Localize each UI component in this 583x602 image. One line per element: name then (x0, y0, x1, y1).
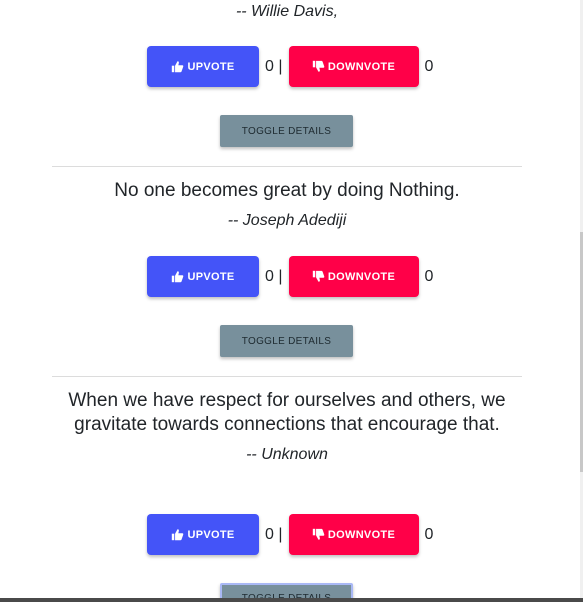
quote-text: No one becomes great by doing Nothing. (114, 180, 460, 201)
thumbs-down-icon (312, 60, 325, 72)
bottom-edge-bar (0, 598, 583, 602)
quote-card-2: No one becomes great by doing Nothing. -… (52, 179, 522, 232)
downvote-button[interactable]: DOWNVOTE (288, 514, 419, 555)
divider (52, 166, 522, 167)
page: -- Willie Davis, UPVOTE 0 | DOWNVOTE 0 T… (0, 0, 583, 602)
quote-author: -- Willie Davis, (235, 3, 339, 20)
quote-card-3: When we have respect for ourselves and o… (52, 389, 522, 466)
quote-text: When we have respect for ourselves and o… (68, 390, 506, 435)
upvote-count: 0 | (265, 525, 283, 543)
upvote-label: UPVOTE (187, 528, 235, 541)
upvote-count: 0 | (265, 57, 283, 75)
downvote-count: 0 (424, 57, 434, 75)
upvote-count: 0 | (265, 267, 283, 285)
downvote-count: 0 (424, 525, 434, 543)
vote-row: UPVOTE 0 | DOWNVOTE 0 (147, 256, 433, 297)
downvote-button[interactable]: DOWNVOTE (288, 256, 419, 297)
upvote-label: UPVOTE (187, 270, 235, 283)
thumbs-up-icon (172, 529, 184, 541)
divider (52, 376, 522, 377)
upvote-button[interactable]: UPVOTE (147, 256, 259, 297)
downvote-label: DOWNVOTE (327, 528, 396, 541)
upvote-button[interactable]: UPVOTE (147, 514, 259, 555)
vote-row: UPVOTE 0 | DOWNVOTE 0 (147, 514, 433, 555)
downvote-count: 0 (424, 267, 434, 285)
downvote-label: DOWNVOTE (327, 270, 396, 283)
downvote-label: DOWNVOTE (327, 60, 396, 73)
thumbs-up-icon (172, 271, 184, 283)
upvote-label: UPVOTE (187, 60, 235, 73)
quote-author: -- Unknown (246, 446, 328, 463)
thumbs-down-icon (312, 528, 325, 540)
quote-card-1: -- Willie Davis, (52, 1, 522, 23)
toggle-details-button[interactable]: TOGGLE DETAILS (220, 325, 353, 357)
quote-author: -- Joseph Adediji (227, 212, 347, 229)
vote-row: UPVOTE 0 | DOWNVOTE 0 (147, 46, 433, 87)
thumbs-down-icon (312, 270, 325, 282)
thumbs-up-icon (172, 61, 184, 73)
downvote-button[interactable]: DOWNVOTE (288, 46, 419, 87)
toggle-details-button[interactable]: TOGGLE DETAILS (220, 115, 353, 147)
upvote-button[interactable]: UPVOTE (147, 46, 259, 87)
